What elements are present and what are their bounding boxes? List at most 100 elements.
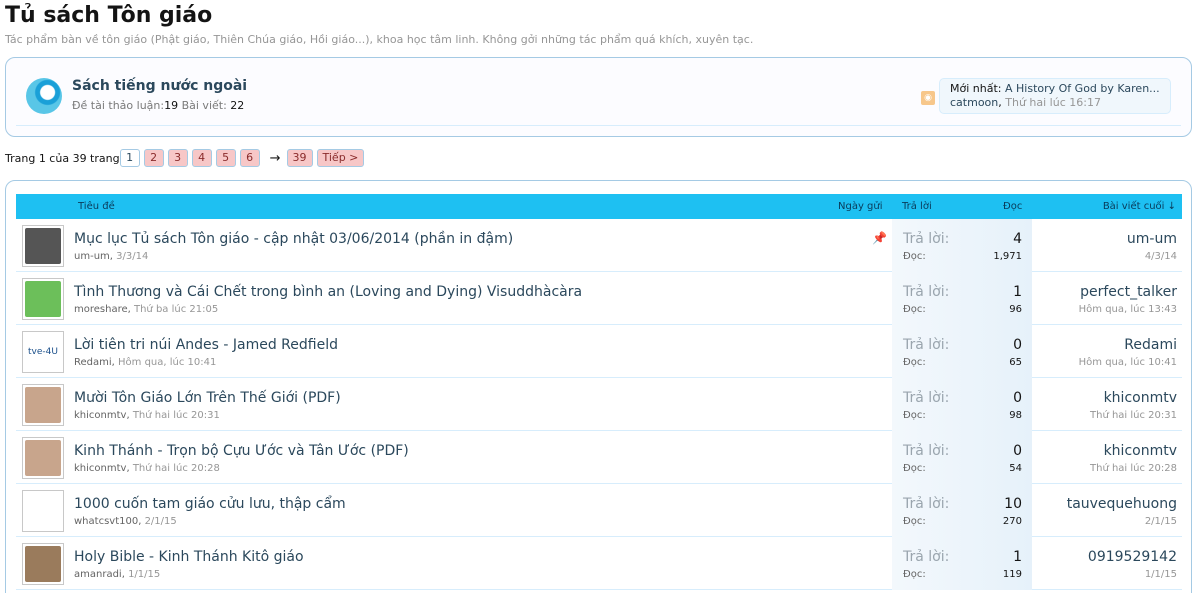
threads-label: Đề tài thảo luận: (72, 99, 165, 112)
last-post-time-link[interactable]: 2/1/15 (1145, 516, 1177, 527)
replies-count: 0 (1013, 443, 1022, 459)
thread-row: Holy Bible - Kinh Thánh Kitô giáo amanra… (16, 537, 1182, 590)
replies-label: Trả lời: (903, 549, 950, 565)
avatar-image (25, 228, 61, 264)
page-link-3[interactable]: 3 (167, 149, 188, 167)
thread-title-link[interactable]: Mười Tôn Giáo Lớn Trên Thế Giới (PDF) (74, 390, 341, 406)
column-title[interactable]: Tiêu đề (78, 201, 115, 212)
last-post-user-link[interactable]: khiconmtv (1104, 443, 1177, 459)
pagination: Trang 1 của 39 trang 1 2 3 4 5 6 → 39 Ti… (5, 149, 365, 167)
thread-title-link[interactable]: Holy Bible - Kinh Thánh Kitô giáo (74, 549, 304, 565)
thread-title-link[interactable]: Kinh Thánh - Trọn bộ Cựu Ước và Tân Ước … (74, 443, 409, 459)
avatar-image (25, 281, 61, 317)
replies-label: Trả lời: (903, 443, 950, 459)
page-description: Tác phẩm bàn về tôn giáo (Phật giáo, Thi… (5, 33, 754, 46)
thread-author-link[interactable]: um-um (74, 251, 110, 262)
last-post-user-link[interactable]: tauvequehuong (1067, 496, 1177, 512)
replies-count: 10 (1004, 496, 1022, 512)
avatar[interactable] (22, 278, 64, 320)
last-post-user-link[interactable]: perfect_talker (1080, 284, 1177, 300)
thread-info: Kinh Thánh - Trọn bộ Cựu Ước và Tân Ước … (68, 431, 888, 484)
thread-stats: Trả lời: 1 Đọc: 96 (892, 272, 1032, 325)
thread-author-link[interactable]: whatcsvt100 (74, 516, 138, 527)
thread-row: tve-4U Lời tiên tri núi Andes - Jamed Re… (16, 325, 1182, 378)
avatar[interactable] (22, 384, 64, 426)
last-post-info: tauvequehuong 2/1/15 (1037, 484, 1177, 537)
page-link-2[interactable]: 2 (143, 149, 164, 167)
avatar[interactable] (22, 490, 64, 532)
thread-stats: Trả lời: 0 Đọc: 98 (892, 378, 1032, 431)
thread-stats: Trả lời: 1 Đọc: 119 (892, 537, 1032, 590)
thread-author-link[interactable]: khiconmtv (74, 463, 126, 474)
last-post-user-link[interactable]: um-um (1127, 231, 1177, 247)
thread-meta: moreshare, Thứ ba lúc 21:05 (74, 304, 219, 315)
last-post-time-link[interactable]: Hôm qua, lúc 10:41 (1079, 357, 1177, 368)
thread-author-link[interactable]: amanradi (74, 569, 122, 580)
replies-count: 0 (1013, 337, 1022, 353)
last-post-time-link[interactable]: Thứ hai lúc 20:28 (1090, 463, 1177, 474)
avatar-image (25, 546, 61, 582)
last-post-user-link[interactable]: khiconmtv (1104, 390, 1177, 406)
latest-label: Mới nhất: (950, 82, 1002, 95)
avatar[interactable] (22, 225, 64, 267)
thread-title-link[interactable]: 1000 cuốn tam giáo cửu lưu, thập cẩm (74, 496, 346, 512)
views-label: Đọc: (903, 516, 926, 527)
column-replies[interactable]: Trả lời (902, 201, 932, 212)
page-link-last[interactable]: 39 (286, 149, 313, 167)
last-post-time-link[interactable]: Thứ hai lúc 20:31 (1090, 410, 1177, 421)
latest-thread-link[interactable]: A History Of God by Karen... (1005, 82, 1160, 95)
latest-user-link[interactable]: catmoon (950, 96, 998, 109)
avatar[interactable] (22, 437, 64, 479)
forum-icon (26, 78, 62, 114)
thread-row: Tình Thương và Cái Chết trong bình an (L… (16, 272, 1182, 325)
last-post-user-link[interactable]: Redami (1124, 337, 1177, 353)
replies-label: Trả lời: (903, 231, 950, 247)
thread-info: Mười Tôn Giáo Lớn Trên Thế Giới (PDF) kh… (68, 378, 888, 431)
pagination-label: Trang 1 của 39 trang (5, 151, 120, 165)
column-views[interactable]: Đọc (1003, 201, 1022, 212)
thread-stats: Trả lời: 0 Đọc: 54 (892, 431, 1032, 484)
last-post-user-link[interactable]: 0919529142 (1088, 549, 1177, 565)
thread-author-link[interactable]: moreshare (74, 304, 128, 315)
thread-title-link[interactable]: Lời tiên tri núi Andes - Jamed Redfield (74, 337, 338, 353)
thread-date: Thứ hai lúc 20:28 (132, 463, 220, 474)
thread-title-link[interactable]: Tình Thương và Cái Chết trong bình an (L… (74, 284, 582, 300)
avatar[interactable] (22, 543, 64, 585)
thread-info: Lời tiên tri núi Andes - Jamed Redfield … (68, 325, 888, 378)
page-link-5[interactable]: 5 (215, 149, 236, 167)
last-post-time-link[interactable]: 1/1/15 (1145, 569, 1177, 580)
replies-label: Trả lời: (903, 390, 950, 406)
subforum-title-link[interactable]: Sách tiếng nước ngoài (72, 78, 247, 94)
replies-count: 4 (1013, 231, 1022, 247)
column-date[interactable]: Ngày gửi (838, 201, 883, 212)
last-post-info: Redami Hôm qua, lúc 10:41 (1037, 325, 1177, 378)
thread-date: Hôm qua, lúc 10:41 (118, 357, 217, 368)
thread-info: Mục lục Tủ sách Tôn giáo - cập nhật 03/0… (68, 219, 888, 272)
avatar-image: tve-4U (25, 334, 61, 370)
page-link-6[interactable]: 6 (239, 149, 260, 167)
thread-author-link[interactable]: Redami (74, 357, 112, 368)
views-count: 96 (1009, 304, 1022, 315)
views-count: 1,971 (993, 251, 1022, 262)
subforum-row: Sách tiếng nước ngoài Đề tài thảo luận:1… (16, 66, 1181, 126)
thread-row: Mục lục Tủ sách Tôn giáo - cập nhật 03/0… (16, 219, 1182, 272)
page-link-4[interactable]: 4 (191, 149, 212, 167)
last-post-info: perfect_talker Hôm qua, lúc 13:43 (1037, 272, 1177, 325)
page-link-1[interactable]: 1 (119, 149, 140, 167)
next-page-button[interactable]: Tiếp > (316, 149, 365, 167)
last-post-time-link[interactable]: Hôm qua, lúc 13:43 (1079, 304, 1177, 315)
avatar[interactable]: tve-4U (22, 331, 64, 373)
thread-stats: Trả lời: 10 Đọc: 270 (892, 484, 1032, 537)
pagination-arrow: → (269, 150, 281, 166)
avatar-image (25, 440, 61, 476)
thread-author-link[interactable]: khiconmtv (74, 410, 126, 421)
replies-label: Trả lời: (903, 496, 950, 512)
latest-post-box: Mới nhất: A History Of God by Karen... c… (939, 78, 1171, 114)
thread-row: Mười Tôn Giáo Lớn Trên Thế Giới (PDF) kh… (16, 378, 1182, 431)
subforum-panel: Sách tiếng nước ngoài Đề tài thảo luận:1… (5, 57, 1192, 137)
last-post-time-link[interactable]: 4/3/14 (1145, 251, 1177, 262)
column-last-post[interactable]: Bài viết cuối ↓ (1103, 201, 1176, 212)
rss-icon[interactable]: ◉ (921, 91, 935, 105)
thread-title-link[interactable]: Mục lục Tủ sách Tôn giáo - cập nhật 03/0… (74, 231, 513, 247)
subforum-stats: Đề tài thảo luận:19 Bài viết: 22 (72, 99, 244, 112)
